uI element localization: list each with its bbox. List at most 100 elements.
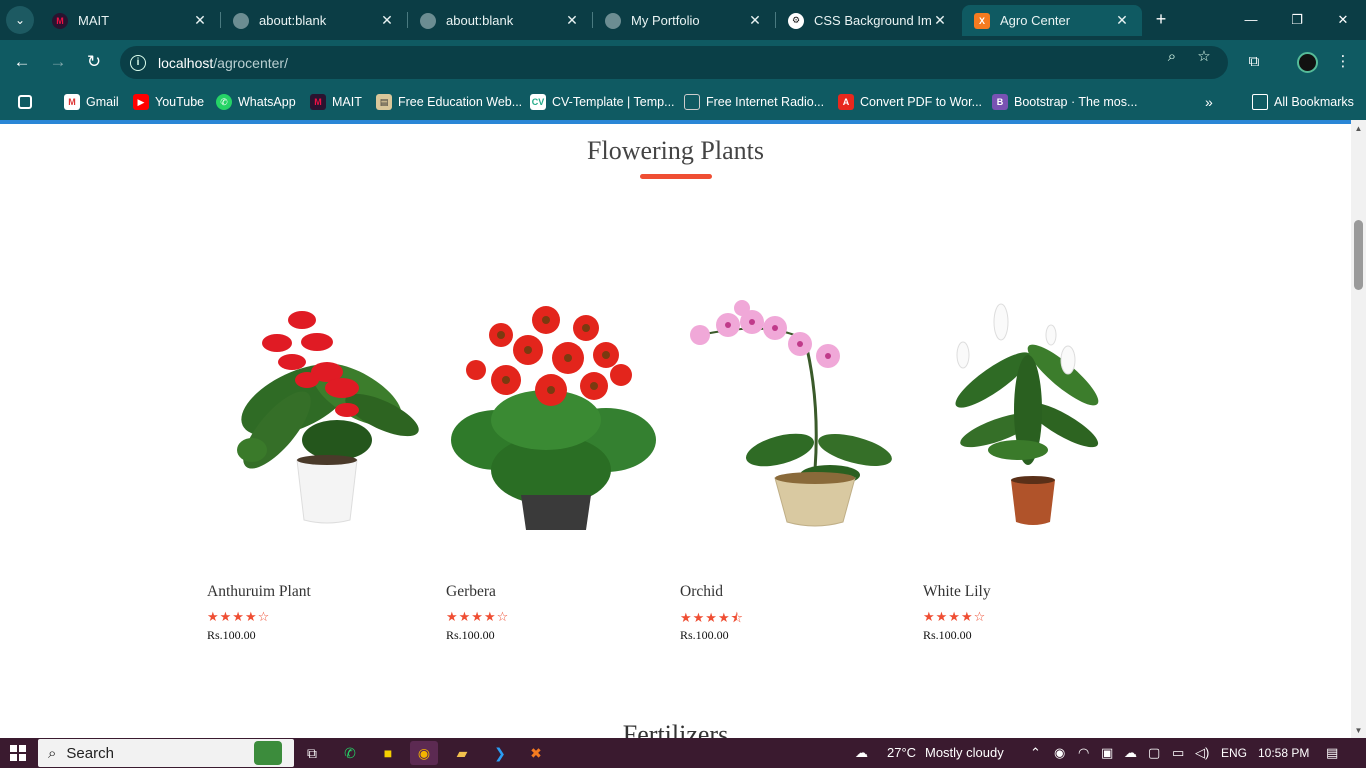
weather-temperature[interactable]: 27°C [887, 745, 916, 760]
bookmarks-bar: M Gmail ▶ YouTube ✆ WhatsApp M MAIT ▤ Free Ed… [0, 84, 1366, 120]
language-indicator[interactable]: ENG [1221, 746, 1247, 760]
sticky-notes-icon[interactable]: ■ [374, 741, 402, 765]
site-info-icon[interactable]: i [130, 54, 146, 71]
tab-title: Agro Center [1000, 13, 1071, 28]
record-icon[interactable]: ◉ [1054, 745, 1065, 761]
bookmark-whatsapp[interactable]: ✆ WhatsApp [216, 92, 296, 112]
product-name[interactable]: Gerbera [446, 583, 496, 601]
tab-about-blank-2[interactable]: about:blank ✕ [408, 5, 592, 36]
bookmark-star-icon[interactable]: ☆ [1195, 48, 1213, 66]
mait-logo-icon: M [310, 94, 326, 110]
close-icon[interactable]: ✕ [379, 12, 395, 29]
education-icon: ▤ [376, 94, 392, 110]
profile-avatar[interactable] [1297, 52, 1318, 73]
product-name[interactable]: Orchid [680, 583, 723, 601]
onedrive-icon[interactable]: ☁ [1124, 745, 1137, 761]
bookmark-label: Convert PDF to Wor... [860, 95, 983, 109]
bookmark-free-education[interactable]: ▤ Free Education Web... [376, 92, 522, 112]
close-icon[interactable]: ✕ [192, 12, 208, 29]
extensions-puzzle-icon[interactable]: ⧉ [1242, 50, 1266, 74]
product-name[interactable]: Anthuruim Plant [207, 583, 311, 601]
gerbera-plant-image[interactable] [446, 300, 666, 540]
menu-kebab-icon[interactable]: ⋮ [1331, 50, 1355, 74]
tab-title: about:blank [446, 13, 514, 28]
file-explorer-icon[interactable]: ▰ [448, 741, 476, 765]
weather-cloud-icon[interactable]: ☁ [855, 745, 868, 761]
notifications-icon[interactable]: ▤ [1326, 745, 1338, 761]
address-url: localhost/agrocenter/ [158, 55, 288, 71]
tab-title: CSS Background Imag [814, 13, 932, 28]
tab-title: MAIT [78, 13, 110, 28]
show-hidden-icons-chevron-icon[interactable]: ⌃ [1030, 745, 1041, 761]
xampp-app-icon[interactable]: ✖ [522, 741, 550, 765]
reload-icon[interactable]: ↻ [82, 50, 106, 74]
whatsapp-app-icon[interactable]: ✆ [336, 741, 364, 765]
anthurium-plant-image[interactable] [207, 300, 427, 540]
address-bar[interactable]: i localhost/agrocenter/ [120, 46, 1228, 79]
bookmark-convert-pdf[interactable]: A Convert PDF to Wor... [838, 92, 982, 112]
display-icon[interactable]: ▢ [1148, 745, 1160, 761]
scroll-up-arrow-icon[interactable]: ▲ [1354, 124, 1363, 133]
bookmark-label: Free Education Web... [398, 95, 523, 109]
product-price: Rs.100.00 [680, 628, 729, 642]
volume-icon[interactable]: ◁) [1195, 745, 1209, 761]
scroll-down-arrow-icon[interactable]: ▼ [1354, 726, 1363, 735]
zoom-icon[interactable]: ⌕ [1163, 48, 1181, 66]
next-section-title: Fertilizers [622, 720, 729, 738]
bookmark-label: YouTube [155, 95, 205, 109]
orchid-plant-image[interactable] [680, 300, 900, 540]
meet-now-icon[interactable]: ▣ [1101, 745, 1113, 761]
bookmark-cv-template[interactable]: CV CV-Template | Temp... [530, 92, 675, 112]
windows-start-icon[interactable] [10, 745, 26, 761]
forward-arrow-icon[interactable]: → [46, 50, 70, 74]
bookmark-label: Free Internet Radio... [706, 95, 825, 109]
weather-description[interactable]: Mostly cloudy [925, 745, 1004, 760]
bookmark-label: CV-Template | Temp... [552, 95, 675, 109]
taskbar-search-box[interactable]: ⌕ Search [38, 739, 294, 767]
task-view-icon[interactable]: ⧉ [298, 741, 326, 765]
back-arrow-icon[interactable]: ← [10, 50, 34, 74]
bookmark-bootstrap[interactable]: B Bootstrap · The mos... [992, 92, 1137, 112]
new-tab-plus-icon[interactable]: + [1150, 8, 1172, 30]
close-icon[interactable]: ✕ [932, 12, 948, 29]
bookmark-youtube[interactable]: ▶ YouTube [133, 92, 204, 112]
tab-about-blank-1[interactable]: about:blank ✕ [221, 5, 407, 36]
close-icon[interactable]: ✕ [564, 12, 580, 29]
more-bookmarks-chevron-icon[interactable]: » [1205, 92, 1213, 112]
minimize-icon[interactable]: — [1236, 8, 1266, 32]
window-close-icon[interactable]: ✕ [1328, 8, 1358, 32]
bookmark-internet-radio[interactable]: Free Internet Radio... [684, 92, 824, 112]
all-bookmarks[interactable]: All Bookmarks [1252, 92, 1354, 112]
star-rating: ★★★★☆ [923, 609, 987, 624]
tab-css-background[interactable]: ⚙ CSS Background Imag ✕ [776, 5, 960, 36]
product-card[interactable]: Gerbera ★★★★☆ Rs.100.00 [446, 300, 666, 642]
scrollbar-thumb[interactable] [1354, 220, 1363, 290]
product-card[interactable]: Orchid ★★★★⯪ Rs.100.00 [680, 300, 900, 642]
star-rating: ★★★★☆ [446, 609, 510, 624]
close-icon[interactable]: ✕ [747, 12, 763, 29]
battery-icon[interactable]: ▭ [1172, 745, 1184, 761]
product-card[interactable]: Anthuruim Plant ★★★★☆ Rs.100.00 [207, 300, 427, 642]
restore-icon[interactable]: ❐ [1282, 8, 1312, 32]
folder-icon [1252, 94, 1268, 110]
tab-agro-center[interactable]: X Agro Center ✕ [962, 5, 1142, 36]
bookmark-mait[interactable]: M MAIT [310, 92, 362, 112]
bookmark-gmail[interactable]: M Gmail [64, 92, 119, 112]
tab-my-portfolio[interactable]: My Portfolio ✕ [593, 5, 775, 36]
close-icon[interactable]: ✕ [1114, 12, 1130, 29]
tab-title: about:blank [259, 13, 327, 28]
chrome-app-icon[interactable]: ◉ [410, 741, 438, 765]
url-host: localhost [158, 54, 214, 71]
product-name[interactable]: White Lily [923, 583, 991, 601]
tab-mait[interactable]: M MAIT ✕ [40, 5, 220, 36]
taskbar-search-placeholder: Search [66, 744, 114, 762]
white-lily-plant-image[interactable] [923, 300, 1143, 540]
page-scrollbar[interactable] [1351, 120, 1366, 738]
clock-time[interactable]: 10:58 PM [1258, 746, 1309, 760]
tab-search-chevron-icon[interactable]: ⌄ [6, 6, 34, 34]
youtube-icon: ▶ [133, 94, 149, 110]
vscode-app-icon[interactable]: ❯ [486, 741, 514, 765]
apps-grid-icon[interactable] [18, 92, 38, 112]
product-card[interactable]: White Lily ★★★★☆ Rs.100.00 [923, 300, 1143, 642]
network-icon[interactable]: ◠ [1078, 745, 1089, 761]
